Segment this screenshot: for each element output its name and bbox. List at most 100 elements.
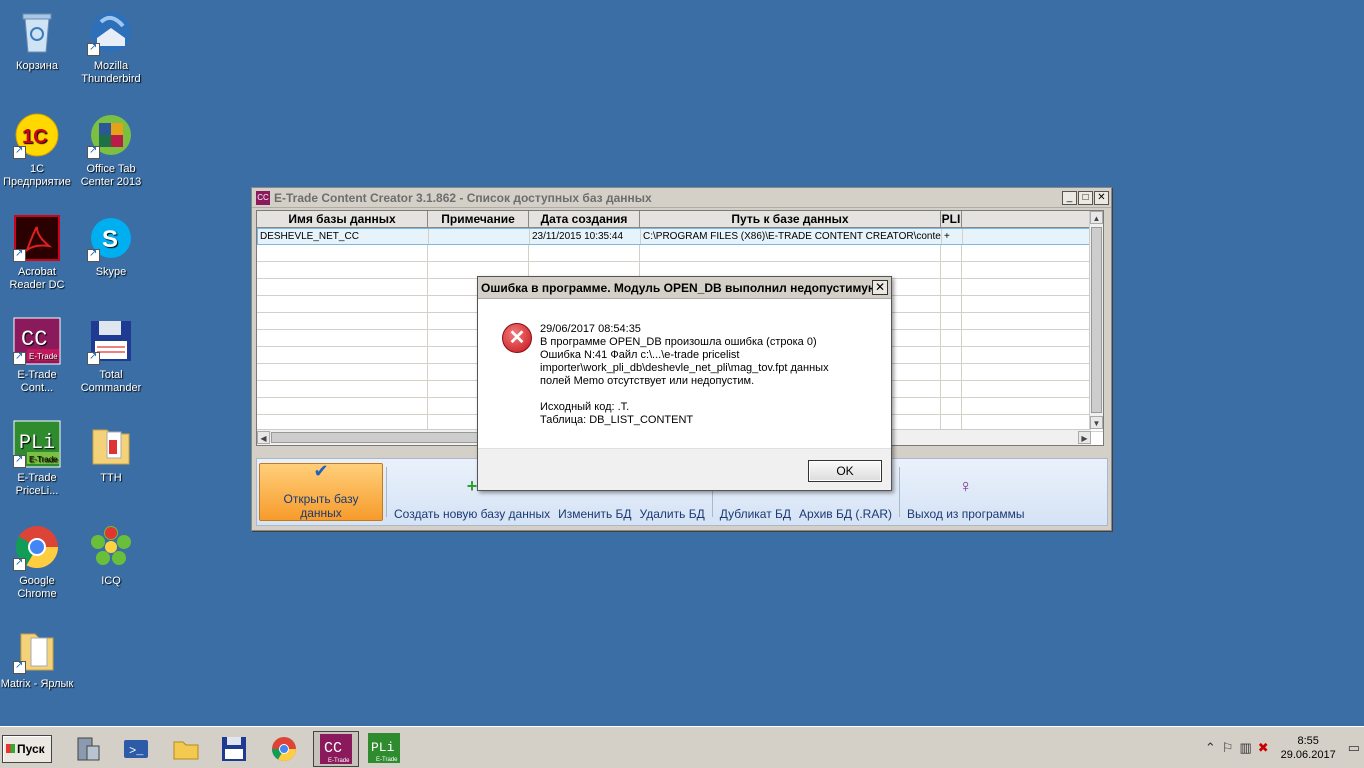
taskbar: Пуск >_ CC E-Trade PLi E-Trade ⌃ ⚐ ▥ ✖ 8:5… bbox=[0, 726, 1364, 768]
desktop-icon-tth[interactable]: TTH bbox=[74, 420, 148, 485]
desktop-icon-label: E-Trade Cont... bbox=[17, 369, 57, 394]
column-header-created[interactable]: Дата создания bbox=[529, 211, 640, 227]
desktop-icon-total-commander[interactable]: Total Commander bbox=[74, 317, 148, 395]
desktop-icon-etrade-pli[interactable]: PLiE-Trade E-Trade PriceLi... bbox=[0, 420, 74, 498]
open-database-button[interactable]: ✔ Открыть базу данных bbox=[259, 461, 383, 521]
1c-icon: 1C bbox=[13, 111, 61, 159]
volume-muted-icon[interactable]: ✖ bbox=[1258, 740, 1269, 756]
scroll-right-icon[interactable]: ▶ bbox=[1078, 431, 1091, 444]
window-title: E-Trade Content Creator 3.1.862 - Список… bbox=[274, 190, 652, 205]
dialog-title: Ошибка в программе. Модуль OPEN_DB выпол… bbox=[481, 280, 872, 295]
ok-button[interactable]: OK bbox=[808, 460, 882, 482]
scroll-down-icon[interactable]: ▼ bbox=[1090, 416, 1103, 429]
toolbar-separator bbox=[386, 467, 387, 517]
minimize-button[interactable]: _ bbox=[1062, 190, 1077, 205]
chrome-taskbar-icon[interactable] bbox=[266, 731, 302, 767]
show-hidden-icons-icon[interactable]: ⌃ bbox=[1205, 740, 1216, 756]
show-desktop-icon[interactable]: ▭ bbox=[1348, 740, 1360, 756]
error-line: полей Memo отсутствует или недопустим. bbox=[540, 375, 755, 387]
shortcut-arrow-icon bbox=[13, 453, 26, 468]
thunderbird-icon bbox=[87, 8, 135, 56]
vertical-scrollbar[interactable]: ▲ ▼ bbox=[1089, 211, 1103, 429]
shortcut-arrow-icon bbox=[87, 41, 100, 56]
chrome-icon bbox=[13, 523, 61, 571]
shortcut-arrow-icon bbox=[13, 556, 26, 571]
close-button[interactable]: ✕ bbox=[1094, 190, 1109, 205]
checkmark-icon: ✔ bbox=[313, 461, 329, 481]
table-row[interactable]: DESHEVLE_NET_CC 23/11/2015 10:35:44 C:\P… bbox=[257, 228, 1103, 245]
desktop-icon-skype[interactable]: S Skype bbox=[74, 214, 148, 279]
action-center-flag-icon[interactable]: ⚐ bbox=[1222, 740, 1234, 756]
desktop-icon-label: Mozilla Thunderbird bbox=[81, 60, 141, 85]
duplicate-database-label: Дубликат БД bbox=[719, 507, 792, 521]
folder-icon bbox=[13, 626, 61, 674]
cell-empty bbox=[963, 229, 1091, 244]
desktop-icon-recycle-bin[interactable]: Корзина bbox=[0, 8, 74, 73]
start-button[interactable]: Пуск bbox=[2, 735, 52, 763]
desktop-icon-etrade-cc[interactable]: CCE-Trade E-Trade Cont... bbox=[0, 317, 74, 395]
explorer-folder-icon[interactable] bbox=[168, 731, 204, 767]
svg-text:S: S bbox=[102, 226, 118, 253]
table-row bbox=[257, 245, 1103, 262]
desktop-icon-label: Total Commander bbox=[80, 369, 142, 394]
taskbar-clock[interactable]: 8:55 29.06.2017 bbox=[1281, 734, 1336, 762]
app-icon: CC bbox=[256, 190, 270, 205]
column-header-note[interactable]: Примечание bbox=[428, 211, 529, 227]
system-tray: ⌃ ⚐ ▥ ✖ 8:55 29.06.2017 ▭ bbox=[1205, 731, 1360, 765]
scroll-left-icon[interactable]: ◀ bbox=[257, 431, 270, 444]
desktop-icon-office-tab[interactable]: Office Tab Center 2013 bbox=[74, 111, 148, 189]
office-tab-icon bbox=[87, 111, 135, 159]
create-database-label: Создать новую базу данных bbox=[394, 507, 551, 521]
server-manager-icon[interactable] bbox=[70, 731, 106, 767]
dialog-footer: OK bbox=[478, 448, 891, 490]
desktop-icon-label: Google Chrome bbox=[17, 575, 57, 600]
svg-text:E-Trade: E-Trade bbox=[29, 455, 58, 464]
svg-text:E-Trade: E-Trade bbox=[328, 758, 350, 764]
column-header-pli[interactable]: PLI bbox=[941, 211, 962, 227]
shortcut-arrow-icon bbox=[13, 247, 26, 262]
desktop-icon-thunderbird[interactable]: Mozilla Thunderbird bbox=[74, 8, 148, 86]
column-header-name[interactable]: Имя базы данных bbox=[257, 211, 428, 227]
desktop-icon-label: E-Trade PriceLi... bbox=[15, 472, 59, 497]
skype-icon: S bbox=[87, 214, 135, 262]
network-icon[interactable]: ▥ bbox=[1239, 740, 1251, 756]
open-database-label: Открыть базу данных bbox=[283, 492, 359, 520]
dialog-titlebar[interactable]: Ошибка в программе. Модуль OPEN_DB выпол… bbox=[478, 277, 891, 299]
clock-time: 8:55 bbox=[1297, 735, 1319, 747]
dialog-close-button[interactable]: ✕ bbox=[872, 280, 888, 295]
column-header-empty bbox=[962, 211, 1090, 227]
edit-database-label: Изменить БД bbox=[558, 507, 632, 521]
desktop-icon-chrome[interactable]: Google Chrome bbox=[0, 523, 74, 601]
shortcut-arrow-icon bbox=[13, 350, 26, 365]
desktop-icon-matrix[interactable]: Matrix - Ярлык bbox=[0, 626, 74, 691]
powershell-icon[interactable]: >_ bbox=[118, 731, 154, 767]
window-titlebar[interactable]: CC E-Trade Content Creator 3.1.862 - Спи… bbox=[252, 188, 1111, 208]
vertical-scroll-thumb[interactable] bbox=[1091, 227, 1102, 413]
etrade-pli-taskbar-icon[interactable]: PLi E-Trade bbox=[366, 731, 402, 767]
desktop-icon-acrobat[interactable]: Acrobat Reader DC bbox=[0, 214, 74, 292]
maximize-button[interactable]: □ bbox=[1078, 190, 1093, 205]
shortcut-arrow-icon bbox=[87, 350, 100, 365]
etrade-cc-taskbar-icon[interactable]: CC E-Trade bbox=[313, 731, 359, 767]
scroll-up-icon[interactable]: ▲ bbox=[1090, 211, 1103, 224]
svg-text:CC: CC bbox=[324, 740, 342, 757]
shortcut-arrow-icon bbox=[87, 144, 100, 159]
grid-header: Имя базы данных Примечание Дата создания… bbox=[257, 211, 1103, 228]
error-line: 29/06/2017 08:54:35 bbox=[540, 323, 641, 335]
desktop-icon-label: Skype bbox=[95, 266, 127, 278]
total-commander-taskbar-icon[interactable] bbox=[216, 731, 252, 767]
horizontal-scroll-thumb[interactable] bbox=[271, 432, 481, 443]
cell-note bbox=[429, 229, 530, 244]
desktop-icon-label: 1С Предприятие bbox=[3, 163, 71, 188]
desktop-icon-icq[interactable]: ICQ bbox=[74, 523, 148, 588]
svg-text:CC: CC bbox=[21, 327, 47, 352]
column-header-path[interactable]: Путь к базе данных bbox=[640, 211, 941, 227]
exit-button[interactable]: ♀ Выход из программы bbox=[903, 463, 1028, 521]
desktop-icon-1c[interactable]: 1C 1С Предприятие bbox=[0, 111, 74, 189]
svg-text:PLi: PLi bbox=[19, 432, 55, 455]
desktop-icon-label: TTH bbox=[100, 472, 122, 484]
shortcut-arrow-icon bbox=[13, 659, 26, 674]
cell-pli: + bbox=[942, 229, 963, 244]
plus-icon: + bbox=[466, 476, 478, 496]
cell-created: 23/11/2015 10:35:44 bbox=[530, 229, 641, 244]
